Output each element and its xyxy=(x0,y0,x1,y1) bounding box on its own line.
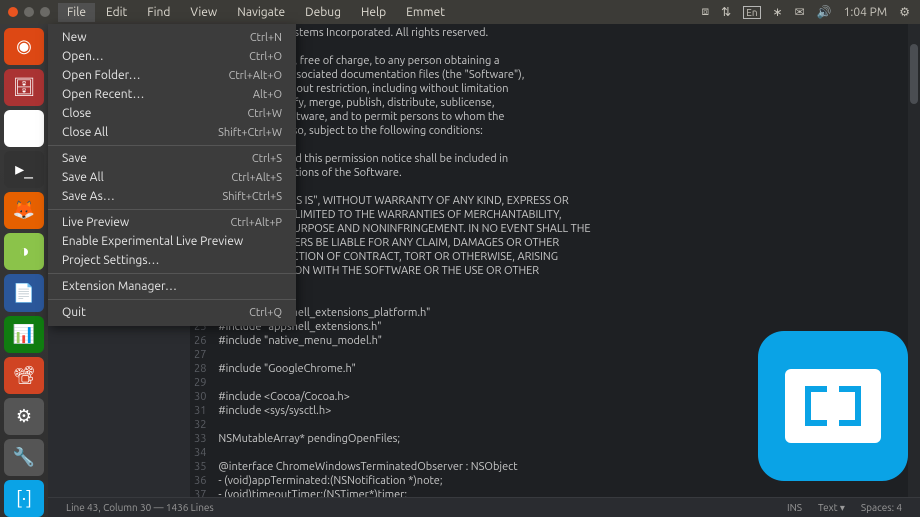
menu-item-save-as-[interactable]: Save As…Shift+Ctrl+S xyxy=(48,187,296,206)
menu-emmet[interactable]: Emmet xyxy=(397,3,454,22)
scroll-thumb[interactable] xyxy=(910,44,918,104)
calc-icon[interactable]: 📊 xyxy=(4,316,44,353)
volume-icon[interactable]: 🔊 xyxy=(817,5,832,19)
keyboard-lang[interactable]: En xyxy=(743,6,760,19)
tools-icon[interactable]: 🔧 xyxy=(4,439,44,476)
menu-view[interactable]: View xyxy=(181,3,226,22)
vertical-scrollbar[interactable] xyxy=(908,24,920,497)
dropbox-icon[interactable]: ⧈ xyxy=(702,5,710,19)
language-mode[interactable]: Text ▾ xyxy=(810,502,853,514)
writer-icon[interactable]: 📄 xyxy=(4,274,44,311)
close-window-icon[interactable] xyxy=(8,7,18,17)
system-tray: ⧈ ⇅ En ∗ ✉ 🔊 1:04 PM ⚙ xyxy=(702,5,920,19)
indent-setting[interactable]: Spaces: 4 xyxy=(853,502,910,513)
menu-debug[interactable]: Debug xyxy=(296,3,350,22)
settings-icon[interactable]: ⚙ xyxy=(4,398,44,435)
android-studio-icon[interactable]: ◑ xyxy=(4,233,44,270)
menu-item-new[interactable]: NewCtrl+N xyxy=(48,28,296,47)
menu-file[interactable]: File xyxy=(58,3,95,22)
mail-icon[interactable]: ✉ xyxy=(795,5,805,19)
menu-find[interactable]: Find xyxy=(138,3,179,22)
status-bar: Line 43, Column 30 — 1436 Lines INS Text… xyxy=(48,497,920,517)
unity-launcher: ◉ 🗄 ◐ ▸_ 🦊 ◑ 📄 📊 📽 ⚙ 🔧 [·] xyxy=(0,24,48,517)
insert-mode[interactable]: INS xyxy=(779,502,810,513)
files-icon[interactable]: 🗄 xyxy=(4,69,44,106)
firefox-icon[interactable]: 🦊 xyxy=(4,192,44,229)
menu-item-enable-experimental-live-preview[interactable]: Enable Experimental Live Preview xyxy=(48,232,296,251)
menubar: FileEditFindViewNavigateDebugHelpEmmet xyxy=(58,3,454,22)
impress-icon[interactable]: 📽 xyxy=(4,357,44,394)
dash-icon[interactable]: ◉ xyxy=(4,28,44,65)
menu-item-open-[interactable]: Open…Ctrl+O xyxy=(48,47,296,66)
menu-navigate[interactable]: Navigate xyxy=(228,3,294,22)
terminal-icon[interactable]: ▸_ xyxy=(4,151,44,188)
menu-item-project-settings-[interactable]: Project Settings… xyxy=(48,251,296,270)
menu-item-quit[interactable]: QuitCtrl+Q xyxy=(48,303,296,322)
menu-item-save-all[interactable]: Save AllCtrl+Alt+S xyxy=(48,168,296,187)
menu-item-close-all[interactable]: Close AllShift+Ctrl+W xyxy=(48,123,296,142)
bluetooth-icon[interactable]: ∗ xyxy=(773,5,783,19)
cursor-position[interactable]: Line 43, Column 30 — 1436 Lines xyxy=(58,502,222,513)
system-topbar: FileEditFindViewNavigateDebugHelpEmmet ⧈… xyxy=(0,0,920,24)
maximize-window-icon[interactable] xyxy=(40,7,50,17)
chrome-icon[interactable]: ◐ xyxy=(4,110,44,147)
menu-item-extension-manager-[interactable]: Extension Manager… xyxy=(48,277,296,296)
clock[interactable]: 1:04 PM xyxy=(844,6,888,19)
brackets-icon[interactable]: [·] xyxy=(4,480,44,517)
menu-item-open-recent-[interactable]: Open Recent…Alt+O xyxy=(48,85,296,104)
window-controls xyxy=(0,7,58,17)
menu-help[interactable]: Help xyxy=(352,3,395,22)
menu-item-save[interactable]: SaveCtrl+S xyxy=(48,149,296,168)
minimize-window-icon[interactable] xyxy=(24,7,34,17)
brackets-logo xyxy=(758,331,908,481)
menu-item-open-folder-[interactable]: Open Folder…Ctrl+Alt+O xyxy=(48,66,296,85)
file-menu: NewCtrl+NOpen…Ctrl+OOpen Folder…Ctrl+Alt… xyxy=(48,24,296,326)
gear-icon[interactable]: ⚙ xyxy=(899,5,910,19)
menu-edit[interactable]: Edit xyxy=(97,3,136,22)
menu-item-live-preview[interactable]: Live PreviewCtrl+Alt+P xyxy=(48,213,296,232)
network-icon[interactable]: ⇅ xyxy=(721,5,731,19)
menu-item-close[interactable]: CloseCtrl+W xyxy=(48,104,296,123)
